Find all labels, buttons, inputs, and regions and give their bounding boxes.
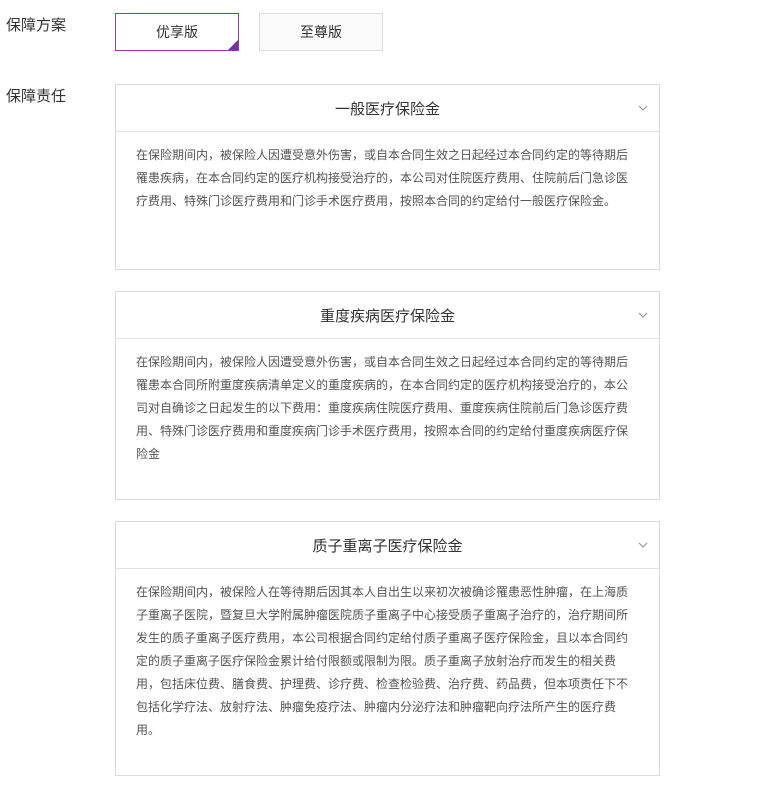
chevron-down-icon[interactable] [637, 539, 649, 551]
chevron-down-icon[interactable] [637, 102, 649, 114]
card-body: 在保险期间内，被保险人因遭受意外伤害，或自本合同生效之日起经过本合同约定的等待期… [136, 148, 629, 208]
plan-option-zhizun[interactable]: 至尊版 [259, 13, 383, 51]
card-title: 一般医疗保险金 [334, 99, 440, 118]
coverage-card-critical-illness: 重度疾病医疗保险金 在保险期间内，被保险人因遭受意外伤害，或自本合同生效之日起经… [115, 291, 660, 500]
card-header[interactable]: 质子重离子医疗保险金 [116, 522, 659, 569]
coverage-label: 保障责任 [6, 87, 67, 105]
chevron-down-icon[interactable] [637, 309, 649, 321]
plan-option-label: 至尊版 [300, 25, 342, 41]
selected-corner-icon [228, 40, 238, 50]
coverage-card-proton-heavy-ion: 质子重离子医疗保险金 在保险期间内，被保险人在等待期后因其本人自出生以来初次被确… [115, 521, 660, 776]
card-body: 在保险期间内，被保险人因遭受意外伤害，或自本合同生效之日起经过本合同约定的等待期… [136, 355, 629, 461]
coverage-card-general-medical: 一般医疗保险金 在保险期间内，被保险人因遭受意外伤害，或自本合同生效之日起经过本… [115, 84, 660, 270]
plan-label: 保障方案 [6, 16, 67, 34]
card-header[interactable]: 重度疾病医疗保险金 [116, 292, 659, 339]
card-header[interactable]: 一般医疗保险金 [116, 85, 659, 132]
card-title: 质子重离子医疗保险金 [312, 536, 463, 555]
card-title: 重度疾病医疗保险金 [319, 306, 455, 325]
plan-option-youxiang[interactable]: 优享版 [115, 13, 239, 51]
plan-option-label: 优享版 [156, 25, 198, 41]
card-body: 在保险期间内，被保险人在等待期后因其本人自出生以来初次被确诊罹患恶性肿瘤，在上海… [136, 585, 629, 737]
